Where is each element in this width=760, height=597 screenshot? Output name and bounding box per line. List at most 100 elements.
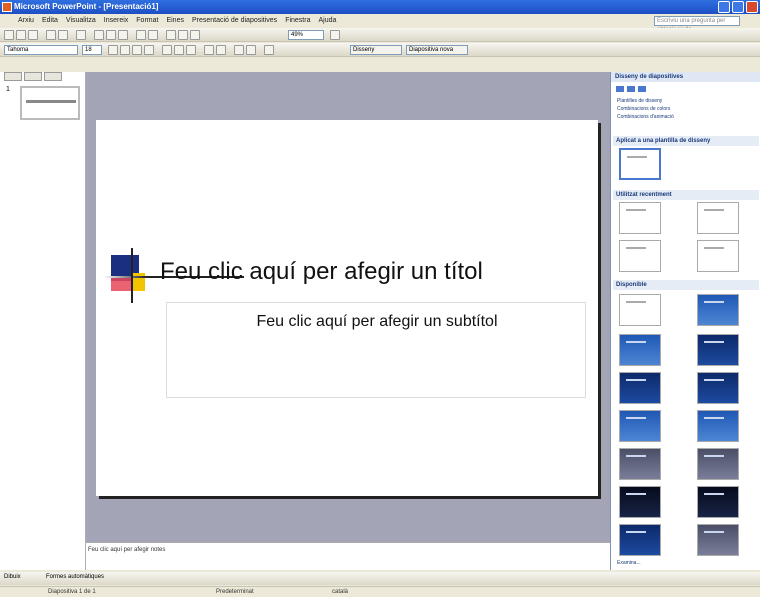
bullets-icon[interactable]	[216, 45, 226, 55]
subtitle-placeholder[interactable]: Feu clic aquí per afegir un subtítol	[167, 313, 587, 331]
design-thumb-9[interactable]	[619, 448, 661, 480]
powerpoint-window: Microsoft PowerPoint - [Presentació1] Ar…	[0, 0, 760, 597]
design-thumb-7[interactable]	[619, 410, 661, 442]
redo-icon[interactable]	[148, 30, 158, 40]
menu-eines[interactable]: Eines	[162, 14, 188, 28]
font-name-select[interactable]: Tahoma	[4, 45, 78, 55]
forward-icon[interactable]	[626, 85, 636, 93]
design-thumb-10[interactable]	[697, 448, 739, 480]
italic-icon[interactable]	[120, 45, 130, 55]
print-icon[interactable]	[46, 30, 56, 40]
minimize-button[interactable]	[718, 1, 730, 13]
align-center-icon[interactable]	[174, 45, 184, 55]
title-placeholder[interactable]: Feu clic aquí per afegir un títol	[160, 258, 590, 286]
font-size-select[interactable]: 18	[82, 45, 102, 55]
paste-icon[interactable]	[118, 30, 128, 40]
status-language: català	[332, 589, 349, 595]
tab-outline[interactable]	[4, 72, 22, 81]
decrease-font-icon[interactable]	[246, 45, 256, 55]
design-thumb-2[interactable]	[697, 294, 739, 326]
slide[interactable]: Feu clic aquí per afegir un títol Feu cl…	[96, 120, 598, 496]
design-thumb-14[interactable]	[697, 524, 739, 556]
slide-number: 1	[6, 86, 10, 93]
decor-vertical-line	[131, 248, 133, 303]
help-icon[interactable]	[330, 30, 340, 40]
copy-icon[interactable]	[106, 30, 116, 40]
standard-toolbar: 49%	[0, 28, 760, 42]
cut-icon[interactable]	[94, 30, 104, 40]
design-thumb-6[interactable]	[697, 372, 739, 404]
design-thumb-applied[interactable]	[619, 148, 661, 180]
design-thumb-3[interactable]	[619, 334, 661, 366]
design-thumb-4[interactable]	[697, 334, 739, 366]
link-design-templates[interactable]: Plantilles de disseny	[617, 98, 662, 104]
menu-presentacio[interactable]: Presentació de diapositives	[188, 14, 281, 28]
drawing-menu[interactable]: Dibuix	[4, 574, 21, 580]
home-icon[interactable]	[637, 85, 647, 93]
drawing-toolbar: Dibuix Formes automàtiques	[0, 572, 760, 585]
zoom-select[interactable]: 49%	[288, 30, 324, 40]
design-thumb-1[interactable]	[619, 294, 661, 326]
design-thumb-12[interactable]	[697, 486, 739, 518]
insert-chart-icon[interactable]	[166, 30, 176, 40]
decor-red-square	[111, 277, 133, 291]
design-thumb-recent-1[interactable]	[619, 202, 661, 234]
insert-table-icon[interactable]	[178, 30, 188, 40]
notes-pane[interactable]: Feu clic aquí per afegir notes	[86, 542, 610, 570]
new-icon[interactable]	[4, 30, 14, 40]
menu-ajuda[interactable]: Ajuda	[314, 14, 340, 28]
insert-picture-icon[interactable]	[190, 30, 200, 40]
restore-button[interactable]	[732, 1, 744, 13]
autoshapes-menu[interactable]: Formes automàtiques	[46, 574, 104, 580]
close-button[interactable]	[746, 1, 758, 13]
design-button[interactable]: Disseny	[350, 45, 402, 55]
tab-slides[interactable]	[24, 72, 42, 81]
undo-icon[interactable]	[136, 30, 146, 40]
menu-format[interactable]: Format	[132, 14, 162, 28]
subtitle-box[interactable]: Feu clic aquí per afegir un subtítol	[166, 302, 586, 398]
menu-insereix[interactable]: Insereix	[100, 14, 133, 28]
section-applied: Aplicat a una plantilla de disseny	[613, 136, 759, 146]
preview-icon[interactable]	[58, 30, 68, 40]
menu-edita[interactable]: Edita	[38, 14, 62, 28]
back-icon[interactable]	[615, 85, 625, 93]
task-pane-title[interactable]: Disseny de diapositives	[611, 72, 760, 82]
save-icon[interactable]	[28, 30, 38, 40]
slide-thumbnail[interactable]	[20, 86, 80, 120]
design-thumb-8[interactable]	[697, 410, 739, 442]
design-thumb-recent-3[interactable]	[619, 240, 661, 272]
bottom-bars: Dibuix Formes automàtiques Diapositiva 1…	[0, 570, 760, 597]
design-thumb-11[interactable]	[619, 486, 661, 518]
link-color-schemes[interactable]: Combinacions de colors	[617, 106, 670, 112]
align-left-icon[interactable]	[162, 45, 172, 55]
spelling-icon[interactable]	[76, 30, 86, 40]
shadow-icon[interactable]	[144, 45, 154, 55]
numbering-icon[interactable]	[204, 45, 214, 55]
increase-font-icon[interactable]	[234, 45, 244, 55]
section-available: Disponible	[613, 280, 759, 290]
bold-icon[interactable]	[108, 45, 118, 55]
menu-bar: Arxiu Edita Visualitza Insereix Format E…	[0, 14, 760, 33]
design-thumb-13[interactable]	[619, 524, 661, 556]
font-color-icon[interactable]	[264, 45, 274, 55]
menu-finestra[interactable]: Finestra	[281, 14, 314, 28]
section-recent: Utilitzat recentment	[613, 190, 759, 200]
slides-pane: 1	[0, 72, 86, 570]
menu-arxiu[interactable]: Arxiu	[14, 14, 38, 28]
task-pane-nav	[615, 85, 647, 93]
browse-link[interactable]: Examina...	[617, 560, 641, 566]
help-search-input[interactable]: Escriviu una pregunta per obtenir ajuda	[654, 16, 740, 33]
window-controls	[718, 1, 758, 13]
status-slide-count: Diapositiva 1 de 1	[48, 589, 96, 595]
underline-icon[interactable]	[132, 45, 142, 55]
new-slide-button[interactable]: Diapositiva nova	[406, 45, 468, 55]
menu-visualitza[interactable]: Visualitza	[62, 14, 100, 28]
design-thumb-recent-2[interactable]	[697, 202, 739, 234]
align-right-icon[interactable]	[186, 45, 196, 55]
notes-placeholder[interactable]: Feu clic aquí per afegir notes	[88, 547, 165, 553]
close-pane-icon[interactable]	[44, 72, 62, 81]
design-thumb-recent-4[interactable]	[697, 240, 739, 272]
open-icon[interactable]	[16, 30, 26, 40]
design-thumb-5[interactable]	[619, 372, 661, 404]
link-animation-schemes[interactable]: Combinacions d'animació	[617, 114, 674, 120]
